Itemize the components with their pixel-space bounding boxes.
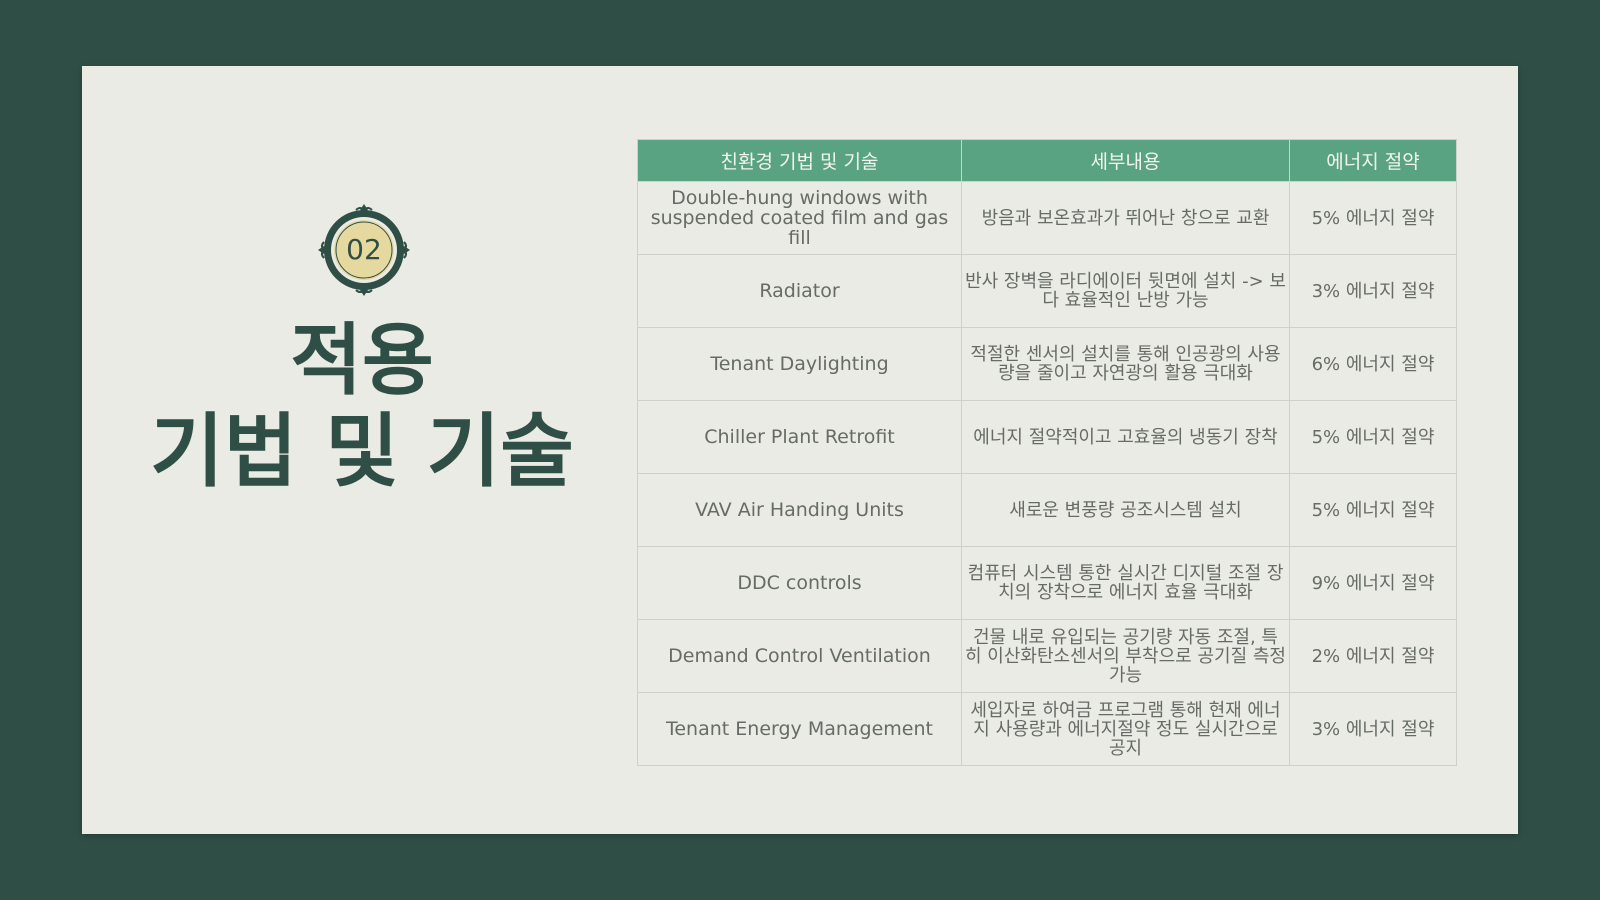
table-row: Tenant Daylighting 적절한 센서의 설치를 통해 인공광의 사… xyxy=(637,327,1457,401)
technology-cell: Double-hung windows with suspended coate… xyxy=(637,181,962,255)
page-title-line1: 적용 xyxy=(290,316,434,406)
detail-cell: 반사 장벽을 라디에이터 뒷면에 설치 -> 보다 효율적인 난방 가능 xyxy=(961,254,1290,328)
saving-cell: 6% 에너지 절약 xyxy=(1289,327,1457,401)
technology-cell: Chiller Plant Retrofit xyxy=(637,400,962,474)
technology-cell: Tenant Daylighting xyxy=(637,327,962,401)
column-header-technology: 친환경 기법 및 기술 xyxy=(637,139,962,182)
table-header-row: 친환경 기법 및 기술 세부내용 에너지 절약 xyxy=(637,139,1457,182)
technology-cell: DDC controls xyxy=(637,546,962,620)
page-title-line2: 기법 및 기술 xyxy=(150,405,574,498)
section-title-panel: 02 적용 기법 및 기술 xyxy=(82,66,642,834)
saving-cell: 2% 에너지 절약 xyxy=(1289,619,1457,693)
detail-cell: 적절한 센서의 설치를 통해 인공광의 사용량을 줄이고 자연광의 활용 극대화 xyxy=(961,327,1290,401)
eco-technology-table: 친환경 기법 및 기술 세부내용 에너지 절약 Double-hung wind… xyxy=(637,139,1457,766)
table-row: Radiator 반사 장벽을 라디에이터 뒷면에 설치 -> 보다 효율적인 … xyxy=(637,254,1457,328)
column-header-detail: 세부내용 xyxy=(961,139,1290,182)
detail-cell: 방음과 보온효과가 뛰어난 창으로 교환 xyxy=(961,181,1290,255)
column-header-saving: 에너지 절약 xyxy=(1289,139,1457,182)
table-row: Tenant Energy Management 세입자로 하여금 프로그램 통… xyxy=(637,692,1457,766)
table-row: Double-hung windows with suspended coate… xyxy=(637,181,1457,255)
detail-cell: 건물 내로 유입되는 공기량 자동 조절, 특히 이산화탄소센서의 부착으로 공… xyxy=(961,619,1290,693)
detail-cell: 에너지 절약적이고 고효율의 냉동기 장착 xyxy=(961,400,1290,474)
saving-cell: 3% 에너지 절약 xyxy=(1289,254,1457,328)
saving-cell: 5% 에너지 절약 xyxy=(1289,181,1457,255)
table-row: Demand Control Ventilation 건물 내로 유입되는 공기… xyxy=(637,619,1457,693)
saving-cell: 5% 에너지 절약 xyxy=(1289,473,1457,547)
detail-cell: 세입자로 하여금 프로그램 통해 현재 에너지 사용량과 에너지절약 정도 실시… xyxy=(961,692,1290,766)
table-row: Chiller Plant Retrofit 에너지 절약적이고 고효율의 냉동… xyxy=(637,400,1457,474)
slide: 02 적용 기법 및 기술 친환경 기법 및 기술 세부내용 에너지 절약 Do… xyxy=(82,66,1518,834)
table-row: DDC controls 컴퓨터 시스템 통한 실시간 디지털 조절 장치의 장… xyxy=(637,546,1457,620)
technology-cell: VAV Air Handing Units xyxy=(637,473,962,547)
technology-cell: Demand Control Ventilation xyxy=(637,619,962,693)
table-row: VAV Air Handing Units 새로운 변풍량 공조시스템 설치 5… xyxy=(637,473,1457,547)
section-number: 02 xyxy=(346,233,382,266)
technology-cell: Tenant Energy Management xyxy=(637,692,962,766)
technology-cell: Radiator xyxy=(637,254,962,328)
saving-cell: 3% 에너지 절약 xyxy=(1289,692,1457,766)
detail-cell: 새로운 변풍량 공조시스템 설치 xyxy=(961,473,1290,547)
section-number-emblem: 02 xyxy=(316,202,412,298)
saving-cell: 9% 에너지 절약 xyxy=(1289,546,1457,620)
saving-cell: 5% 에너지 절약 xyxy=(1289,400,1457,474)
detail-cell: 컴퓨터 시스템 통한 실시간 디지털 조절 장치의 장착으로 에너지 효율 극대… xyxy=(961,546,1290,620)
